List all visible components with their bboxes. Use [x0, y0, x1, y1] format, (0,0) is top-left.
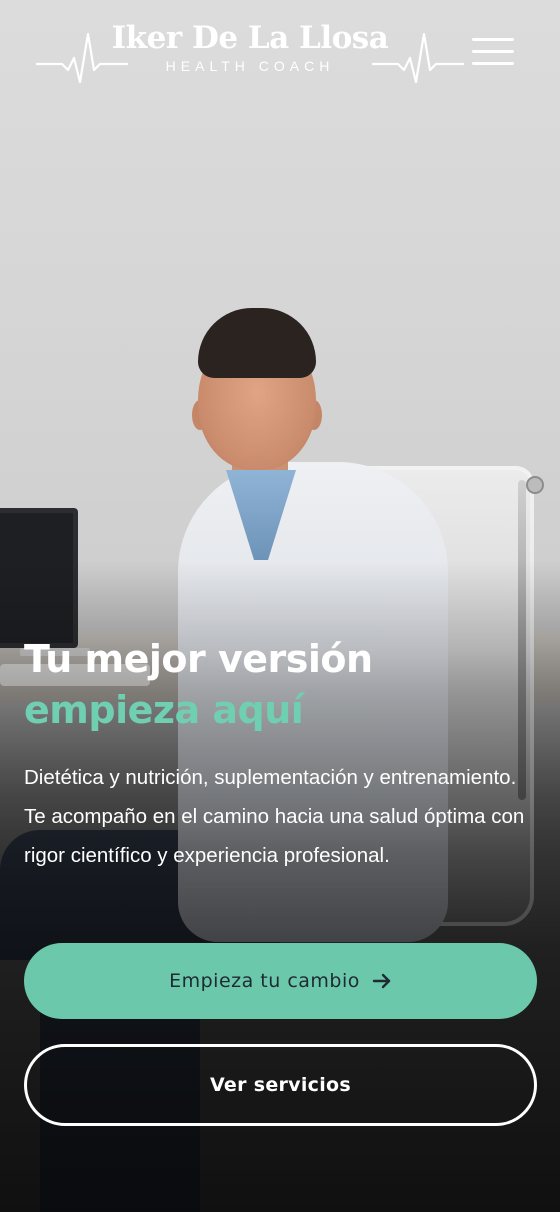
site-header: Iker De La Llosa HEALTH COACH: [0, 0, 560, 90]
headline-line-2-accent: empieza aquí: [24, 688, 304, 732]
person-hair: [198, 308, 316, 378]
brand-name: Iker De La Llosa: [111, 20, 389, 56]
menu-bar-bottom: [472, 62, 514, 65]
menu-bar-middle: [472, 50, 514, 53]
hamburger-menu-icon[interactable]: [472, 36, 516, 68]
heartbeat-line-right-icon: [372, 32, 464, 84]
headline-line-1: Tu mejor versión: [24, 637, 373, 681]
menu-bar-top: [472, 38, 514, 41]
start-change-button[interactable]: Empieza tu cambio: [24, 943, 537, 1019]
brand-subtitle: HEALTH COACH: [165, 58, 335, 74]
view-services-button[interactable]: Ver servicios: [24, 1044, 537, 1126]
hero-description: Dietética y nutrición, suplementación y …: [24, 766, 525, 867]
hero-background-photo: [0, 0, 560, 1212]
view-services-button-label: Ver servicios: [209, 1074, 352, 1096]
hero-headline: Tu mejor versión empieza aquí: [24, 634, 544, 736]
office-chair-knob: [526, 476, 544, 494]
arrow-right-icon: [372, 973, 391, 989]
start-change-button-label: Empieza tu cambio: [169, 970, 360, 992]
